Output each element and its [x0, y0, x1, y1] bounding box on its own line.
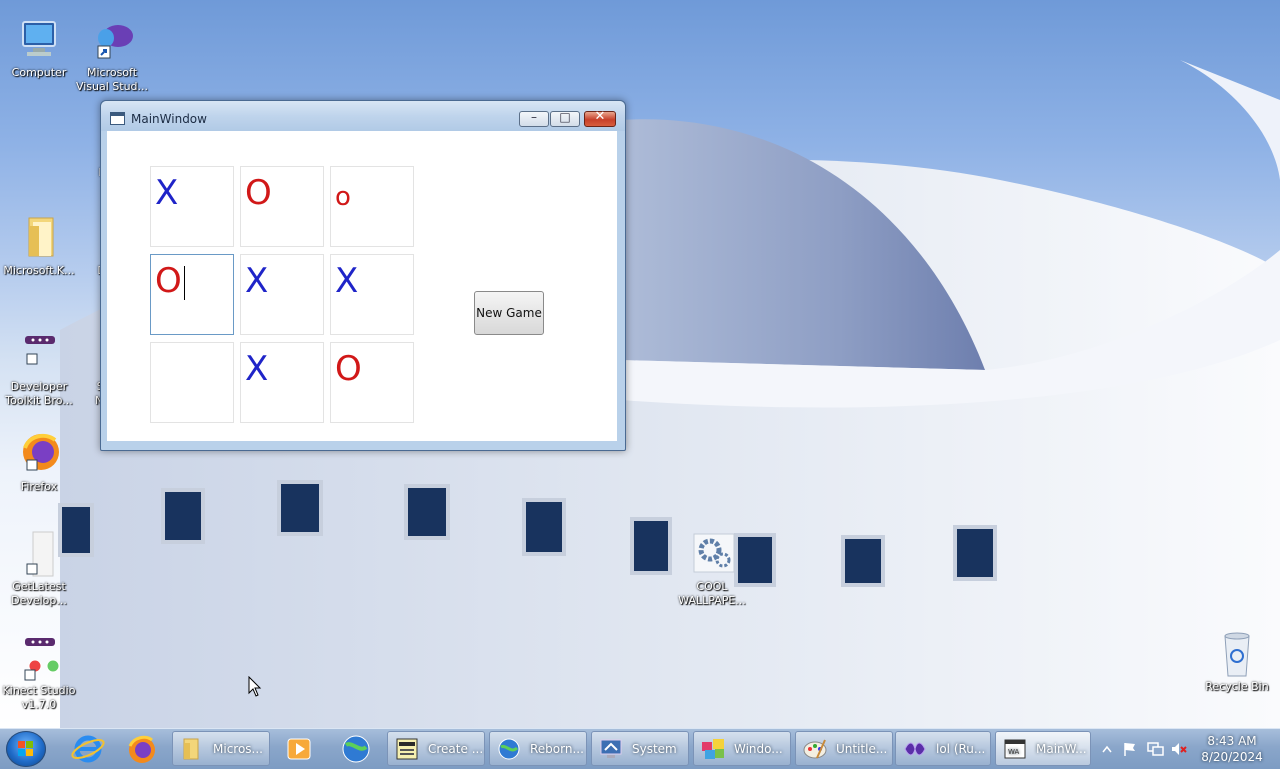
taskbar-button-label: lol (Ru... [936, 742, 986, 756]
mouse-cursor-icon [248, 676, 262, 697]
recycle-bin-icon [1213, 630, 1261, 678]
taskbar-button-reborn[interactable]: Reborn... [489, 731, 587, 766]
clock-date: 8/20/2024 [1201, 750, 1263, 764]
close-button[interactable]: ✕ [584, 109, 616, 127]
taskbar-button-explorer[interactable]: Micros... [172, 731, 270, 766]
desktop-icon-label: Computer [11, 66, 67, 79]
taskbar-button-label: MainW... [1036, 742, 1087, 756]
desktop-icon-getlatest[interactable]: GetLatest Develop... [0, 530, 78, 608]
board-cell-2-0[interactable] [150, 342, 234, 423]
pinned-media-player[interactable] [274, 731, 326, 767]
taskbar-button-mainwindow[interactable]: WA MainW... [995, 731, 1091, 766]
desktop-icon-kinect-studio[interactable]: Kinect Studio v1.7.0 [0, 634, 78, 712]
action-center-flag-icon[interactable] [1122, 741, 1138, 757]
volume-muted-icon[interactable] [1170, 741, 1188, 757]
window-client-area: X O o O X X X O New Game [107, 131, 617, 441]
taskbar-button-label: System [632, 742, 677, 756]
gear-icon [688, 530, 736, 578]
board-cell-1-1[interactable]: X [240, 254, 324, 335]
pinned-internet-explorer[interactable] [62, 731, 114, 767]
desktop-icon-label: Recycle Bin [1205, 680, 1269, 693]
board-cell-1-0[interactable]: O [150, 254, 234, 335]
desktop: Computer Microsoft Visual Stud... Not Mi… [0, 0, 1280, 728]
taskbar-button-label: Windo... [734, 742, 783, 756]
notification-area [1100, 729, 1190, 769]
media-player-icon [287, 738, 311, 760]
system-clock[interactable]: 8:43 AM 8/20/2024 [1196, 733, 1268, 765]
main-window: MainWindow – □ ✕ X O o O X X X O New Gam… [100, 100, 626, 451]
taskbar-button-label: Create ... [428, 742, 484, 756]
text-caret [183, 265, 185, 300]
window-icon [110, 112, 125, 125]
taskbar-button-windows[interactable]: Windo... [693, 731, 791, 766]
desktop-icon-recycle-bin[interactable]: Recycle Bin [1198, 630, 1276, 694]
taskbar-button-paint[interactable]: Untitle... [795, 731, 893, 766]
close-icon: ✕ [594, 109, 606, 124]
board-cell-0-2[interactable]: o [330, 166, 414, 247]
taskbar-button-label: Reborn... [530, 742, 584, 756]
system-icon [600, 739, 622, 758]
board-cell-0-1[interactable]: O [240, 166, 324, 247]
taskbar: Micros... Create ... Reborn... System Wi… [0, 728, 1280, 769]
title-bar[interactable]: MainWindow – □ ✕ [101, 101, 625, 131]
maximize-icon: □ [559, 110, 571, 124]
windows-icon [702, 739, 724, 759]
desktop-icon-firefox[interactable]: Firefox [0, 430, 78, 494]
folder-icon [183, 738, 199, 760]
maximize-button[interactable]: □ [550, 110, 580, 127]
windows-logo-icon [18, 741, 34, 757]
desktop-icon-label: Microsoft Visual Stud... [75, 66, 149, 93]
desktop-icon-label: COOL WALLPAPE... [678, 580, 746, 607]
firefox-icon [128, 735, 155, 763]
minimize-button[interactable]: – [519, 110, 549, 127]
taskbar-button-create[interactable]: Create ... [387, 731, 485, 766]
app-window-icon: WA [1004, 739, 1026, 759]
desktop-icon-visual-studio[interactable]: Microsoft Visual Stud... [73, 16, 151, 94]
desktop-icon-label: GetLatest Develop... [11, 580, 67, 607]
clock-time: 8:43 AM [1207, 734, 1257, 748]
internet-explorer-icon [71, 735, 105, 763]
globe-icon [342, 735, 370, 763]
window-title: MainWindow [131, 112, 207, 126]
firefox-icon [15, 430, 63, 478]
pinned-app[interactable] [330, 731, 382, 767]
start-button[interactable] [6, 731, 46, 767]
taskbar-button-label: Untitle... [836, 742, 888, 756]
build-icon [396, 738, 418, 760]
kinect-studio-icon [15, 634, 63, 682]
board-cell-1-2[interactable]: X [330, 254, 414, 335]
show-hidden-icons-icon[interactable] [1102, 745, 1112, 753]
desktop-icon-label: Kinect Studio v1.7.0 [2, 684, 76, 711]
board-cell-2-2[interactable]: O [330, 342, 414, 423]
network-icon[interactable] [1146, 741, 1164, 757]
board-cell-value: O [155, 261, 182, 301]
svg-text:WA: WA [1008, 748, 1020, 756]
board-cell-0-0[interactable]: X [150, 166, 234, 247]
pinned-firefox[interactable] [116, 731, 168, 767]
visual-studio-icon [88, 16, 136, 64]
visual-studio-icon [904, 742, 926, 756]
taskbar-button-system[interactable]: System [591, 731, 689, 766]
computer-icon [15, 16, 63, 64]
taskbar-button-label: Micros... [213, 742, 263, 756]
desktop-icon-cool-wallpaper[interactable]: COOL WALLPAPE... [673, 530, 751, 608]
desktop-icon-label: Firefox [20, 480, 58, 493]
paint-icon [803, 739, 827, 759]
board-cell-2-1[interactable]: X [240, 342, 324, 423]
document-icon [15, 530, 63, 578]
new-game-button[interactable]: New Game [474, 291, 544, 335]
minimize-icon: – [531, 110, 537, 124]
globe-icon [498, 738, 520, 760]
taskbar-button-visual-studio[interactable]: lol (Ru... [895, 731, 991, 766]
desktop-icon-computer[interactable]: Computer [0, 16, 78, 80]
